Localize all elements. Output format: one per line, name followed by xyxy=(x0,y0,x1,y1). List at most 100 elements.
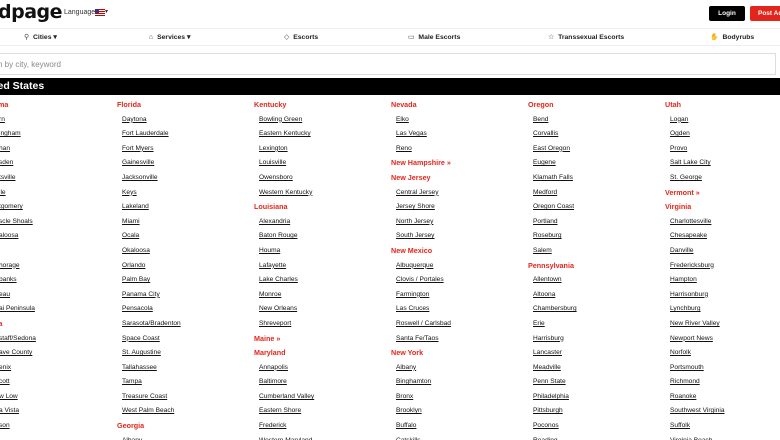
state-link[interactable]: Virginia xyxy=(665,200,780,215)
city-link[interactable]: Eastern Shore xyxy=(254,404,384,419)
city-link[interactable]: Owensboro xyxy=(254,171,384,186)
city-link[interactable]: Chambersburg xyxy=(528,302,658,317)
state-link[interactable]: Kentucky xyxy=(254,98,384,113)
city-link[interactable]: Oregon Coast xyxy=(528,200,658,215)
city-link[interactable]: Allentown xyxy=(528,273,658,288)
city-link[interactable]: Panama City xyxy=(117,288,247,303)
city-link[interactable]: West Palm Beach xyxy=(117,404,247,419)
city-link[interactable]: Fort Lauderdale xyxy=(117,127,247,142)
state-link[interactable]: Vermont » xyxy=(665,186,780,201)
city-link[interactable]: North Jersey xyxy=(391,215,521,230)
city-link[interactable]: Portsmouth xyxy=(665,361,780,376)
city-link[interactable]: a Vista xyxy=(0,404,124,419)
city-link[interactable]: Charlottesville xyxy=(665,215,780,230)
city-link[interactable]: Altoona xyxy=(528,288,658,303)
city-link[interactable]: Logan xyxy=(665,113,780,128)
city-link[interactable]: eau xyxy=(0,288,124,303)
city-link[interactable]: Newport News xyxy=(665,332,780,347)
city-link[interactable]: Monroe xyxy=(254,288,384,303)
city-link[interactable]: enix xyxy=(0,361,124,376)
state-link[interactable]: Florida xyxy=(117,98,247,113)
post-ad-button[interactable]: Post Ad xyxy=(750,6,780,21)
city-link[interactable]: tgomery xyxy=(0,200,124,215)
city-link[interactable]: Baltimore xyxy=(254,375,384,390)
city-link[interactable]: Keys xyxy=(117,186,247,201)
city-link[interactable]: Brooklyn xyxy=(391,404,521,419)
city-link[interactable]: Roanoke xyxy=(665,390,780,405)
nav-services[interactable]: ⌂ Services ▾ xyxy=(149,33,190,41)
city-link[interactable]: Lynchburg xyxy=(665,302,780,317)
city-link[interactable]: Eastern Kentucky xyxy=(254,127,384,142)
city-link[interactable]: Tampa xyxy=(117,375,247,390)
city-link[interactable]: St. George xyxy=(665,171,780,186)
city-link[interactable]: Fort Myers xyxy=(117,142,247,157)
city-link[interactable]: Treasure Coast xyxy=(117,390,247,405)
city-link[interactable]: Bend xyxy=(528,113,658,128)
city-link[interactable]: Daytona xyxy=(117,113,247,128)
city-link[interactable]: banks xyxy=(0,273,124,288)
city-link[interactable]: Houma xyxy=(254,244,384,259)
city-link[interactable]: Lakeland xyxy=(117,200,247,215)
city-link[interactable]: Corvallis xyxy=(528,127,658,142)
state-link[interactable]: Georgia xyxy=(117,419,247,434)
city-link[interactable]: Lafayette xyxy=(254,259,384,274)
city-link[interactable]: Western Maryland xyxy=(254,434,384,440)
city-link[interactable]: Eugene xyxy=(528,156,658,171)
city-link[interactable]: Fredericksburg xyxy=(665,259,780,274)
city-link[interactable]: Suffolk xyxy=(665,419,780,434)
state-link[interactable]: Maine » xyxy=(254,332,384,347)
city-link[interactable]: Richmond xyxy=(665,375,780,390)
city-link[interactable]: Space Coast xyxy=(117,332,247,347)
city-link[interactable]: cott xyxy=(0,375,124,390)
state-link[interactable]: Louisiana xyxy=(254,200,384,215)
city-link[interactable]: w Low xyxy=(0,390,124,405)
city-link[interactable]: Lexington xyxy=(254,142,384,157)
city-link[interactable]: Miami xyxy=(117,215,247,230)
city-link[interactable]: Ocala xyxy=(117,229,247,244)
city-link[interactable]: Baton Rouge xyxy=(254,229,384,244)
city-link[interactable]: Medford xyxy=(528,186,658,201)
city-link[interactable]: Albuquerque xyxy=(391,259,521,274)
city-link[interactable]: Philadelphia xyxy=(528,390,658,405)
nav-escorts[interactable]: ◇ Escorts xyxy=(284,33,318,41)
city-link[interactable]: ai Peninsula xyxy=(0,302,124,317)
city-link[interactable]: Portland xyxy=(528,215,658,230)
city-link[interactable]: St. Augustine xyxy=(117,346,247,361)
city-link[interactable]: Palm Bay xyxy=(117,273,247,288)
city-link[interactable]: rn xyxy=(0,113,124,128)
city-link[interactable]: Klamath Falls xyxy=(528,171,658,186)
city-link[interactable]: Gainesville xyxy=(117,156,247,171)
city-link[interactable]: Provo xyxy=(665,142,780,157)
city-link[interactable]: Catskills xyxy=(391,434,521,440)
city-link[interactable]: Roseburg xyxy=(528,229,658,244)
city-link[interactable]: Louisville xyxy=(254,156,384,171)
city-link[interactable]: Danville xyxy=(665,244,780,259)
city-link[interactable]: Bowling Green xyxy=(254,113,384,128)
city-link[interactable]: Shreveport xyxy=(254,317,384,332)
city-link[interactable]: Penn State xyxy=(528,375,658,390)
city-link[interactable]: Meadville xyxy=(528,361,658,376)
city-link[interactable]: New Orleans xyxy=(254,302,384,317)
state-link[interactable]: a xyxy=(0,244,124,259)
state-link[interactable]: New York xyxy=(391,346,521,361)
city-link[interactable]: Norfolk xyxy=(665,346,780,361)
city-link[interactable]: South Jersey xyxy=(391,229,521,244)
city-link[interactable]: tsville xyxy=(0,171,124,186)
city-link[interactable]: Albany xyxy=(117,434,247,440)
state-link[interactable]: New Hampshire » xyxy=(391,156,521,171)
state-link[interactable]: Utah xyxy=(665,98,780,113)
language-label[interactable]: Language xyxy=(64,9,95,16)
state-link[interactable]: ama xyxy=(0,98,124,113)
city-link[interactable]: Poconos xyxy=(528,419,658,434)
city-link[interactable]: Alexandria xyxy=(254,215,384,230)
city-link[interactable]: Jersey Shore xyxy=(391,200,521,215)
city-link[interactable]: Tallahassee xyxy=(117,361,247,376)
city-link[interactable]: Central Jersey xyxy=(391,186,521,201)
state-link[interactable]: New Mexico xyxy=(391,244,521,259)
state-link[interactable]: na xyxy=(0,317,124,332)
nav-male-escorts[interactable]: ▭ Male Escorts xyxy=(408,33,460,41)
city-link[interactable]: Las Vegas xyxy=(391,127,521,142)
city-link[interactable]: Santa Fe/Taos xyxy=(391,332,521,347)
nav-trans-escorts[interactable]: ☆ Transsexual Escorts xyxy=(548,33,624,41)
state-link[interactable]: New Jersey xyxy=(391,171,521,186)
